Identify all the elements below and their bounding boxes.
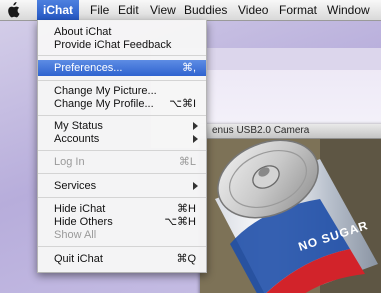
camera-video-preview: NO SUGAR [200,139,381,293]
menu-item-label: Services [54,180,97,192]
menu-item-change-profile[interactable]: Change My Profile... ⌥⌘I [38,97,206,111]
menu-separator [38,173,206,174]
menu-file[interactable]: File [90,0,109,20]
menu-separator [38,197,206,198]
menu-item-quit[interactable]: Quit iChat ⌘Q [38,252,206,266]
menu-separator [38,80,206,81]
ichat-menu: About iChat Provide iChat Feedback Prefe… [37,20,207,273]
menu-ichat[interactable]: iChat [37,0,79,20]
menu-item-shortcut: ⌘L [178,156,196,168]
menu-item-services[interactable]: Services [38,179,206,193]
camera-window-title: enus USB2.0 Camera [212,125,310,136]
submenu-arrow-icon [193,122,198,130]
menu-item-shortcut: ⌥⌘H [164,216,196,228]
menu-item-shortcut: ⌘H [177,203,196,215]
camera-window[interactable]: enus USB2.0 Camera NO SUGAR [200,124,381,293]
menu-item-label: Log In [54,156,85,168]
screen: enus USB2.0 Camera NO SUGAR iChat File E… [0,0,381,293]
menu-item-shortcut: ⌘Q [176,253,196,265]
menu-separator [38,115,206,116]
menu-item-hide-ichat[interactable]: Hide iChat ⌘H [38,202,206,216]
menu-item-label: My Status [54,120,103,132]
menu-item-label: Change My Profile... [54,98,154,110]
menu-item-label: Quit iChat [54,253,103,265]
menu-item-hide-others[interactable]: Hide Others ⌥⌘H [38,215,206,229]
menu-separator [38,246,206,247]
menu-item-label: Accounts [54,133,100,145]
menu-format[interactable]: Format [279,0,317,20]
menu-item-log-in: Log In ⌘L [38,155,206,169]
menu-item-shortcut: ⌥⌘I [169,98,196,110]
menu-item-label: Show All [54,229,97,241]
menu-separator [38,150,206,151]
soda-can-image: NO SUGAR [200,139,381,293]
menu-edit[interactable]: Edit [118,0,139,20]
menu-item-label: Preferences... [54,62,123,74]
menu-item-show-all: Show All [38,228,206,242]
menu-view[interactable]: View [150,0,176,20]
submenu-arrow-icon [193,182,198,190]
menu-item-preferences[interactable]: Preferences... ⌘, [38,60,206,76]
menu-item-feedback[interactable]: Provide iChat Feedback [38,38,206,52]
menu-item-label: Hide iChat [54,203,106,215]
apple-icon[interactable] [6,2,20,18]
menu-bar: iChat File Edit View Buddies Video Forma… [0,0,381,21]
menu-item-label: Change My Picture... [54,85,157,97]
menu-item-accounts[interactable]: Accounts [38,132,206,146]
menu-buddies[interactable]: Buddies [184,0,227,20]
menu-video[interactable]: Video [238,0,268,20]
menu-item-about[interactable]: About iChat [38,25,206,39]
menu-item-label: About iChat [54,26,112,38]
menu-window[interactable]: Window [327,0,370,20]
menu-separator [38,55,206,56]
menu-item-label: Hide Others [54,216,113,228]
menu-item-shortcut: ⌘, [181,62,196,74]
menu-item-label: Provide iChat Feedback [54,39,172,51]
submenu-arrow-icon [193,135,198,143]
camera-window-titlebar[interactable]: enus USB2.0 Camera [200,124,381,139]
menu-item-change-picture[interactable]: Change My Picture... [38,84,206,98]
menu-item-my-status[interactable]: My Status [38,119,206,133]
